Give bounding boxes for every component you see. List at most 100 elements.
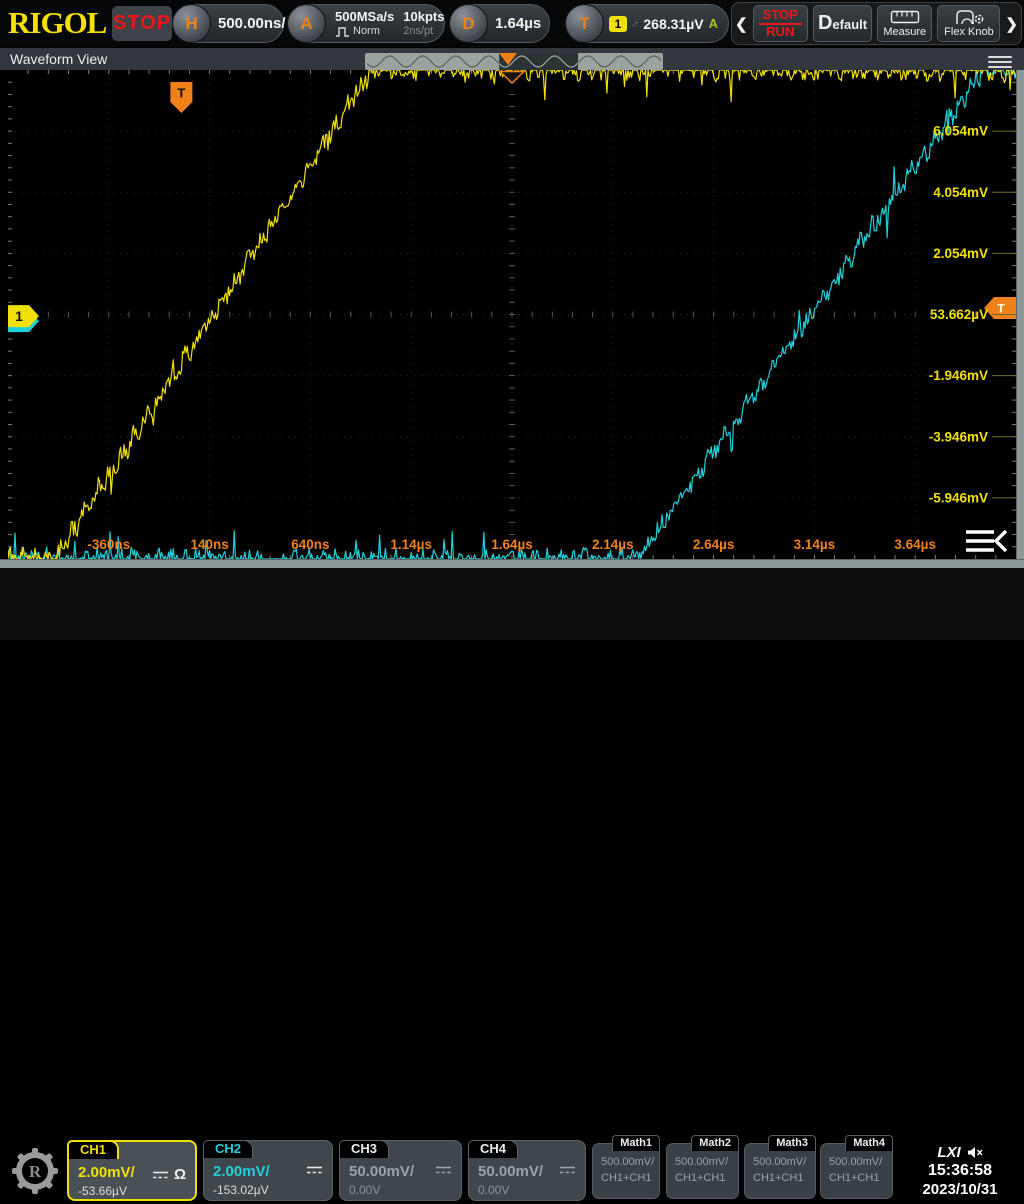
dc-coupling-icon: [152, 1170, 169, 1180]
horizontal-scrollbar[interactable]: [0, 559, 1024, 568]
math4-scale: 500.00mV/: [829, 1156, 892, 1168]
channel-box-ch3[interactable]: CH3 50.00mV/ 0.00V: [339, 1140, 462, 1201]
y-axis-label: -1.946mV: [929, 368, 988, 383]
x-axis-label: 3.64µs: [894, 537, 936, 552]
system-time: 15:36:58: [928, 1162, 992, 1180]
horizontal-knob[interactable]: H: [172, 4, 211, 43]
header-menu-icon[interactable]: [988, 56, 1012, 68]
horizontal-scale-value: 500.00ns/: [218, 15, 286, 32]
math1-tab[interactable]: Math1: [612, 1135, 660, 1151]
math2-tab[interactable]: Math2: [691, 1135, 739, 1151]
ch3-tab[interactable]: CH3: [339, 1140, 389, 1158]
system-status-panel[interactable]: LXI 15:36:58 2023/10/31: [903, 1138, 1017, 1204]
waveform-view-title: Waveform View: [10, 51, 107, 67]
trigger-position-label: T: [177, 86, 185, 101]
nav-left-chevron[interactable]: ❮: [735, 15, 748, 33]
x-axis-label: -360ns: [87, 537, 130, 552]
trigger-level-value: 268.31µV: [643, 16, 703, 32]
acquire-group[interactable]: A 500MSa/s Norm 10kpts 2ns/pt: [287, 4, 445, 43]
math1-scale: 500.00mV/: [601, 1156, 659, 1168]
x-axis-label: 2.64µs: [693, 537, 735, 552]
delay-group[interactable]: D 1.64µs: [449, 4, 550, 43]
vertical-scrollbar[interactable]: [1016, 70, 1024, 559]
math3-scale: 500.00mV/: [753, 1156, 815, 1168]
horizontal-scale-group[interactable]: H 500.00ns/: [172, 4, 284, 43]
channel-box-ch1[interactable]: CH1 2.00mV/ Ω -53.66µV: [67, 1140, 197, 1201]
math4-expression: CH1+CH1: [829, 1172, 892, 1184]
dc-coupling-icon: [559, 1165, 576, 1175]
rigol-logo: RIGOL: [8, 5, 106, 41]
channel-box-ch4[interactable]: CH4 50.00mV/ 0.00V: [468, 1140, 586, 1201]
dc-coupling-icon: [435, 1165, 452, 1175]
y-axis-label: 53.662µV: [930, 307, 988, 322]
memory-depth: 10kpts: [403, 9, 444, 25]
horizontal-reference-marker[interactable]: [500, 72, 524, 84]
channel-box-ch2[interactable]: CH2 2.00mV/ -153.02µV: [203, 1140, 333, 1201]
math3-box[interactable]: Math3 500.00mV/ CH1+CH1: [744, 1143, 816, 1199]
stop-label: STOP: [759, 8, 802, 25]
x-axis-label: 1.14µs: [390, 537, 432, 552]
speaker-muted-icon: [967, 1146, 983, 1159]
x-axis-label: 140ns: [190, 537, 228, 552]
ch4-offset: 0.00V: [478, 1183, 585, 1197]
knob-gear-icon: [953, 9, 985, 25]
x-axis-label: 640ns: [291, 537, 329, 552]
top-toolbar: RIGOL STOP H 500.00ns/ A 500MSa/s Norm 1…: [0, 0, 1024, 47]
ch3-offset: 0.00V: [349, 1183, 461, 1197]
math4-box[interactable]: Math4 500.00mV/ CH1+CH1: [820, 1143, 893, 1199]
sample-rate: 500MSa/s: [335, 9, 394, 25]
ch2-tab[interactable]: CH2: [203, 1140, 253, 1158]
math2-box[interactable]: Math2 500.00mV/ CH1+CH1: [666, 1143, 739, 1199]
graticule-menu-icon[interactable]: [966, 531, 1006, 551]
math2-scale: 500.00mV/: [675, 1156, 738, 1168]
dc-coupling-icon: [306, 1165, 323, 1175]
ch1-offset: -53.66µV: [78, 1184, 195, 1198]
x-axis-label: 3.14µs: [794, 537, 836, 552]
default-button[interactable]: Default: [813, 5, 872, 42]
math4-tab[interactable]: Math4: [845, 1135, 893, 1151]
trigger-knob[interactable]: T: [565, 4, 604, 43]
math3-expression: CH1+CH1: [753, 1172, 815, 1184]
ch1-position-label: 1: [15, 308, 23, 324]
rigol-gear-logo[interactable]: R: [7, 1139, 62, 1202]
acquisition-mode: Norm: [353, 25, 380, 38]
x-axis-label: 2.14µs: [592, 537, 634, 552]
trigger-sweep-mode: A: [709, 16, 718, 31]
time-resolution: 2ns/pt: [403, 25, 444, 38]
ch4-tab[interactable]: CH4: [468, 1140, 518, 1158]
svg-text:R: R: [28, 1162, 41, 1181]
timebase-overview-strip[interactable]: [365, 53, 663, 70]
y-axis-label: -3.946mV: [929, 429, 988, 444]
y-axis-label: -5.946mV: [929, 490, 988, 505]
nav-right-chevron[interactable]: ❯: [1005, 15, 1018, 33]
stop-run-button[interactable]: STOP RUN: [753, 5, 808, 42]
rising-edge-icon: [632, 15, 638, 33]
lxi-label: LXI: [937, 1144, 960, 1161]
quick-buttons-cluster: ❮ STOP RUN Default Measure Flex Knob ❯: [731, 2, 1022, 45]
trigger-level-label: T: [997, 301, 1005, 315]
channel-status-bar: R CH1 2.00mV/ Ω -53.66µV CH2 2.00mV/ -15…: [0, 568, 1024, 640]
math1-expression: CH1+CH1: [601, 1172, 659, 1184]
acquire-knob[interactable]: A: [287, 4, 326, 43]
x-axis-label: 1.64µs: [491, 537, 533, 552]
y-axis-label: 4.054mV: [933, 185, 988, 200]
ch1-tab[interactable]: CH1: [67, 1140, 119, 1159]
impedance-label: Ω: [174, 1166, 186, 1183]
pulse-icon: [335, 26, 350, 37]
delay-knob[interactable]: D: [449, 4, 488, 43]
system-date: 2023/10/31: [922, 1181, 997, 1198]
math1-box[interactable]: Math1 500.00mV/ CH1+CH1: [592, 1143, 660, 1199]
run-status-indicator[interactable]: STOP: [112, 6, 172, 41]
gear-icon: R: [11, 1147, 59, 1195]
run-label: RUN: [766, 25, 794, 39]
math3-tab[interactable]: Math3: [768, 1135, 816, 1151]
trigger-group[interactable]: T 1 268.31µV A: [565, 4, 729, 43]
math2-expression: CH1+CH1: [675, 1172, 738, 1184]
measure-button[interactable]: Measure: [877, 5, 932, 42]
ch2-offset: -153.02µV: [213, 1183, 332, 1197]
waveform-graticule[interactable]: T 1 T 6.054mV 4.054mV 2.054mV 53.662µV -1.946mV…: [8, 70, 1016, 559]
delay-value: 1.64µs: [495, 15, 541, 32]
y-axis-label: 6.054mV: [933, 124, 988, 139]
flex-knob-button[interactable]: Flex Knob: [937, 5, 1000, 42]
y-axis-label: 2.054mV: [933, 246, 988, 261]
